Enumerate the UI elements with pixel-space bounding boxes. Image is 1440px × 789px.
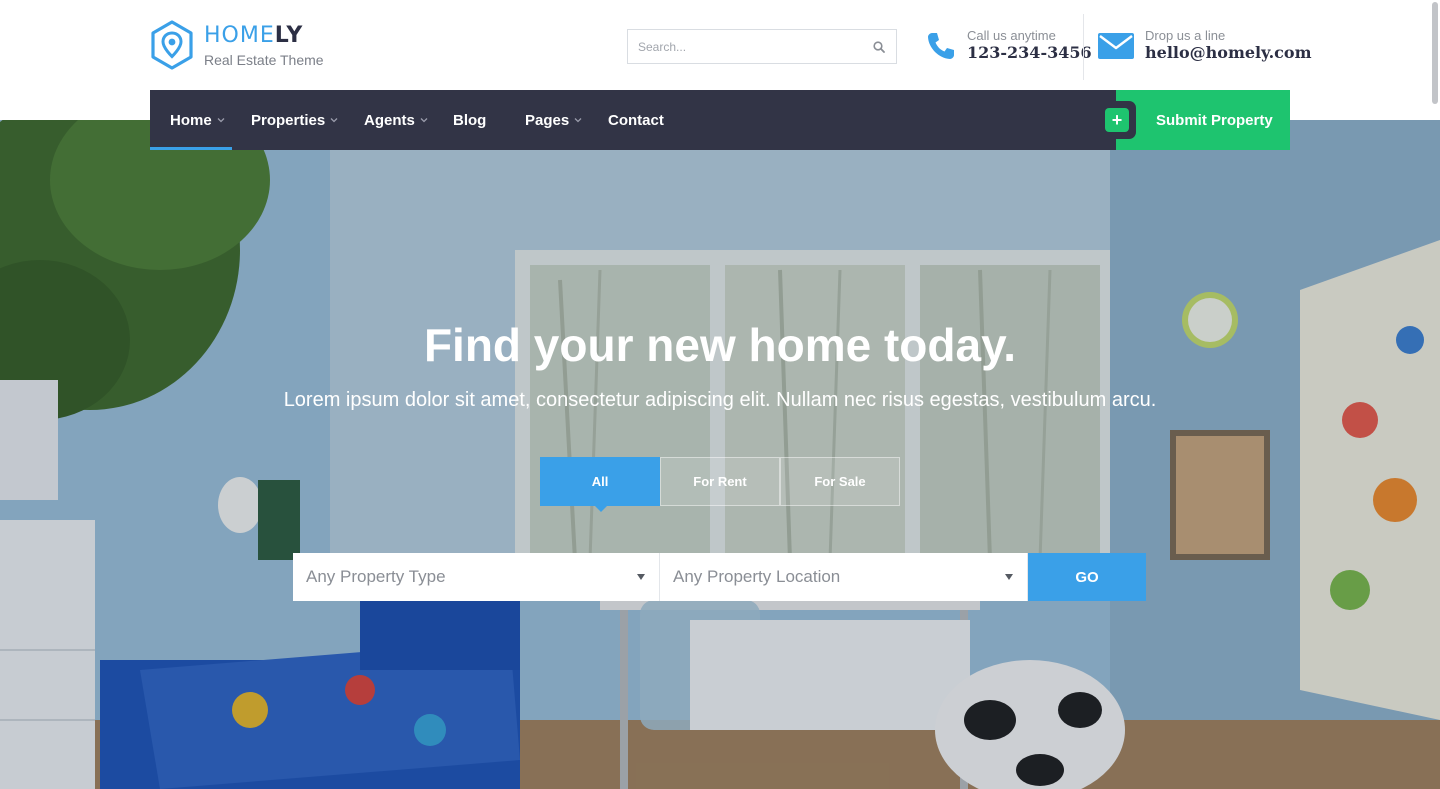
nav-item-contact[interactable]: Contact [608, 90, 664, 150]
property-type-value: Any Property Type [306, 567, 446, 586]
phone-icon [928, 32, 954, 59]
envelope-icon [1098, 32, 1134, 59]
nav-item-blog[interactable]: Blog [453, 90, 486, 150]
brand-name: HOMELY [204, 23, 324, 49]
nav-item-label: Home [170, 111, 212, 129]
search-box [627, 29, 897, 64]
go-button[interactable]: GO [1028, 553, 1146, 601]
chevron-down-icon [330, 118, 338, 123]
nav-item-properties[interactable]: Properties [251, 90, 338, 150]
search-icon[interactable] [862, 30, 896, 63]
submit-property-button[interactable]: Submit Property [1116, 90, 1290, 150]
contact-email-address[interactable]: hello@homely.com [1145, 43, 1312, 63]
search-input[interactable] [628, 30, 862, 63]
brand-name-bold: LY [274, 22, 304, 48]
property-search-form: Any Property Type Any Property Location … [293, 553, 1146, 601]
hero-overlay [0, 120, 1440, 789]
page-scrollbar[interactable] [1432, 2, 1438, 104]
nav-item-pages[interactable]: Pages [525, 90, 582, 150]
contact-phone-label: Call us anytime [967, 28, 1056, 43]
nav-item-agents[interactable]: Agents [364, 90, 428, 150]
nav-item-label: Agents [364, 111, 415, 129]
contact-email: Drop us a line hello@homely.com [1097, 28, 1312, 63]
brand-name-light: HOME [204, 22, 275, 48]
property-location-select[interactable]: Any Property Location [660, 553, 1028, 601]
brand-tagline: Real Estate Theme [204, 51, 324, 68]
main-nav: Home Properties Agents Blog Pages Contac… [150, 90, 1116, 150]
tab-for-sale[interactable]: For Sale [780, 457, 900, 506]
caret-down-icon [637, 574, 645, 580]
submit-property-label: Submit Property [1156, 111, 1273, 129]
nav-active-indicator [150, 147, 232, 150]
property-type-select[interactable]: Any Property Type [293, 553, 660, 601]
contact-phone-number[interactable]: 123-234-3456 [967, 43, 1092, 63]
chevron-down-icon [574, 118, 582, 123]
hero-title: Find your new home today. [423, 319, 1017, 371]
contact-divider [1083, 14, 1084, 80]
tab-for-rent[interactable]: For Rent [660, 457, 780, 506]
chevron-down-icon [420, 118, 428, 123]
nav-item-label: Pages [525, 111, 570, 129]
listing-type-tabs: All For Rent For Sale [540, 457, 900, 512]
hero-subtitle: Lorem ipsum dolor sit amet, consectetur … [283, 389, 1157, 411]
nav-item-label: Contact [608, 111, 664, 129]
contact-email-label: Drop us a line [1145, 28, 1226, 43]
chevron-down-icon [217, 118, 225, 123]
nav-item-label: Blog [453, 111, 487, 129]
nav-item-home[interactable]: Home [170, 90, 225, 150]
nav-item-label: Properties [251, 111, 326, 129]
location-pin-logo-icon [151, 20, 193, 70]
submit-plus-badge[interactable]: + [1098, 101, 1136, 139]
plus-icon: + [1105, 108, 1129, 132]
contact-phone: Call us anytime 123-234-3456 [925, 28, 1092, 63]
caret-down-icon [1005, 574, 1013, 580]
tab-all[interactable]: All [540, 457, 660, 512]
hero-banner: Find your new home today. Lorem ipsum do… [0, 120, 1440, 789]
logo[interactable]: HOMELY Real Estate Theme [150, 20, 324, 70]
property-location-value: Any Property Location [673, 567, 841, 586]
